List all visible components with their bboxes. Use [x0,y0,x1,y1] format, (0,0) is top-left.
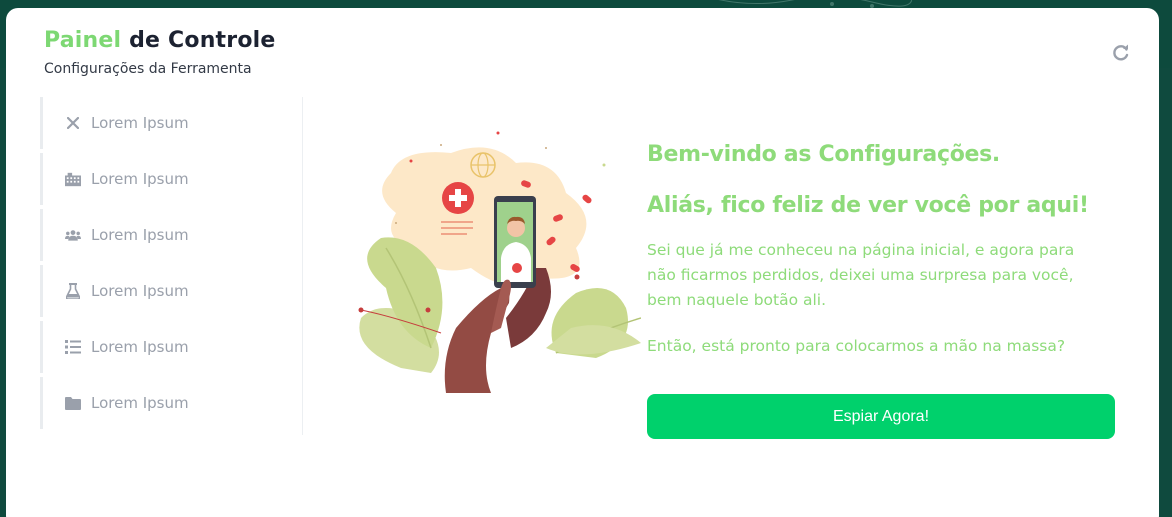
sidebar-item-label: Lorem Ipsum [91,282,189,300]
sidebar-item-label: Lorem Ipsum [91,394,189,412]
control-panel-card: Painel de Controle Configurações da Ferr… [6,8,1159,517]
users-icon [65,227,81,243]
welcome-question: Então, está pronto para colocarmos a mão… [647,337,1066,355]
welcome-paragraph: Sei que já me conheceu na página inicial… [647,241,1075,309]
doctor-phone-illustration [341,118,642,403]
building-icon [65,171,81,187]
page-header: Painel de Controle Configurações da Ferr… [44,28,276,77]
page-title: Painel de Controle [44,28,276,53]
peek-now-button[interactable]: Espiar Agora! [647,394,1115,439]
page-title-rest: de Controle [121,28,276,53]
sidebar-item-6[interactable]: Lorem Ipsum [40,377,302,429]
folder-icon [65,395,81,411]
welcome-subheading: Aliás, fico feliz de ver você por aqui! [647,193,1089,218]
sidebar: Lorem Ipsum Lorem Ipsum Lorem Ipsum Lore… [40,97,303,435]
list-icon [65,339,81,355]
sidebar-item-label: Lorem Ipsum [91,226,189,244]
welcome-content: Bem-vindo as Configurações. Aliás, fico … [647,140,1117,355]
refresh-button[interactable] [1111,43,1131,63]
sidebar-item-label: Lorem Ipsum [91,338,189,356]
sidebar-item-3[interactable]: Lorem Ipsum [40,209,302,261]
sidebar-item-label: Lorem Ipsum [91,170,189,188]
sidebar-item-1[interactable]: Lorem Ipsum [40,97,302,149]
page-subtitle: Configurações da Ferramenta [44,61,252,77]
flask-icon [65,283,81,299]
welcome-heading: Bem-vindo as Configurações. [647,142,1000,167]
page-title-accent: Painel [44,28,122,53]
sidebar-item-2[interactable]: Lorem Ipsum [40,153,302,205]
sidebar-item-5[interactable]: Lorem Ipsum [40,321,302,373]
sidebar-item-4[interactable]: Lorem Ipsum [40,265,302,317]
close-icon [65,115,81,131]
refresh-icon [1113,44,1129,61]
sidebar-item-label: Lorem Ipsum [91,114,189,132]
